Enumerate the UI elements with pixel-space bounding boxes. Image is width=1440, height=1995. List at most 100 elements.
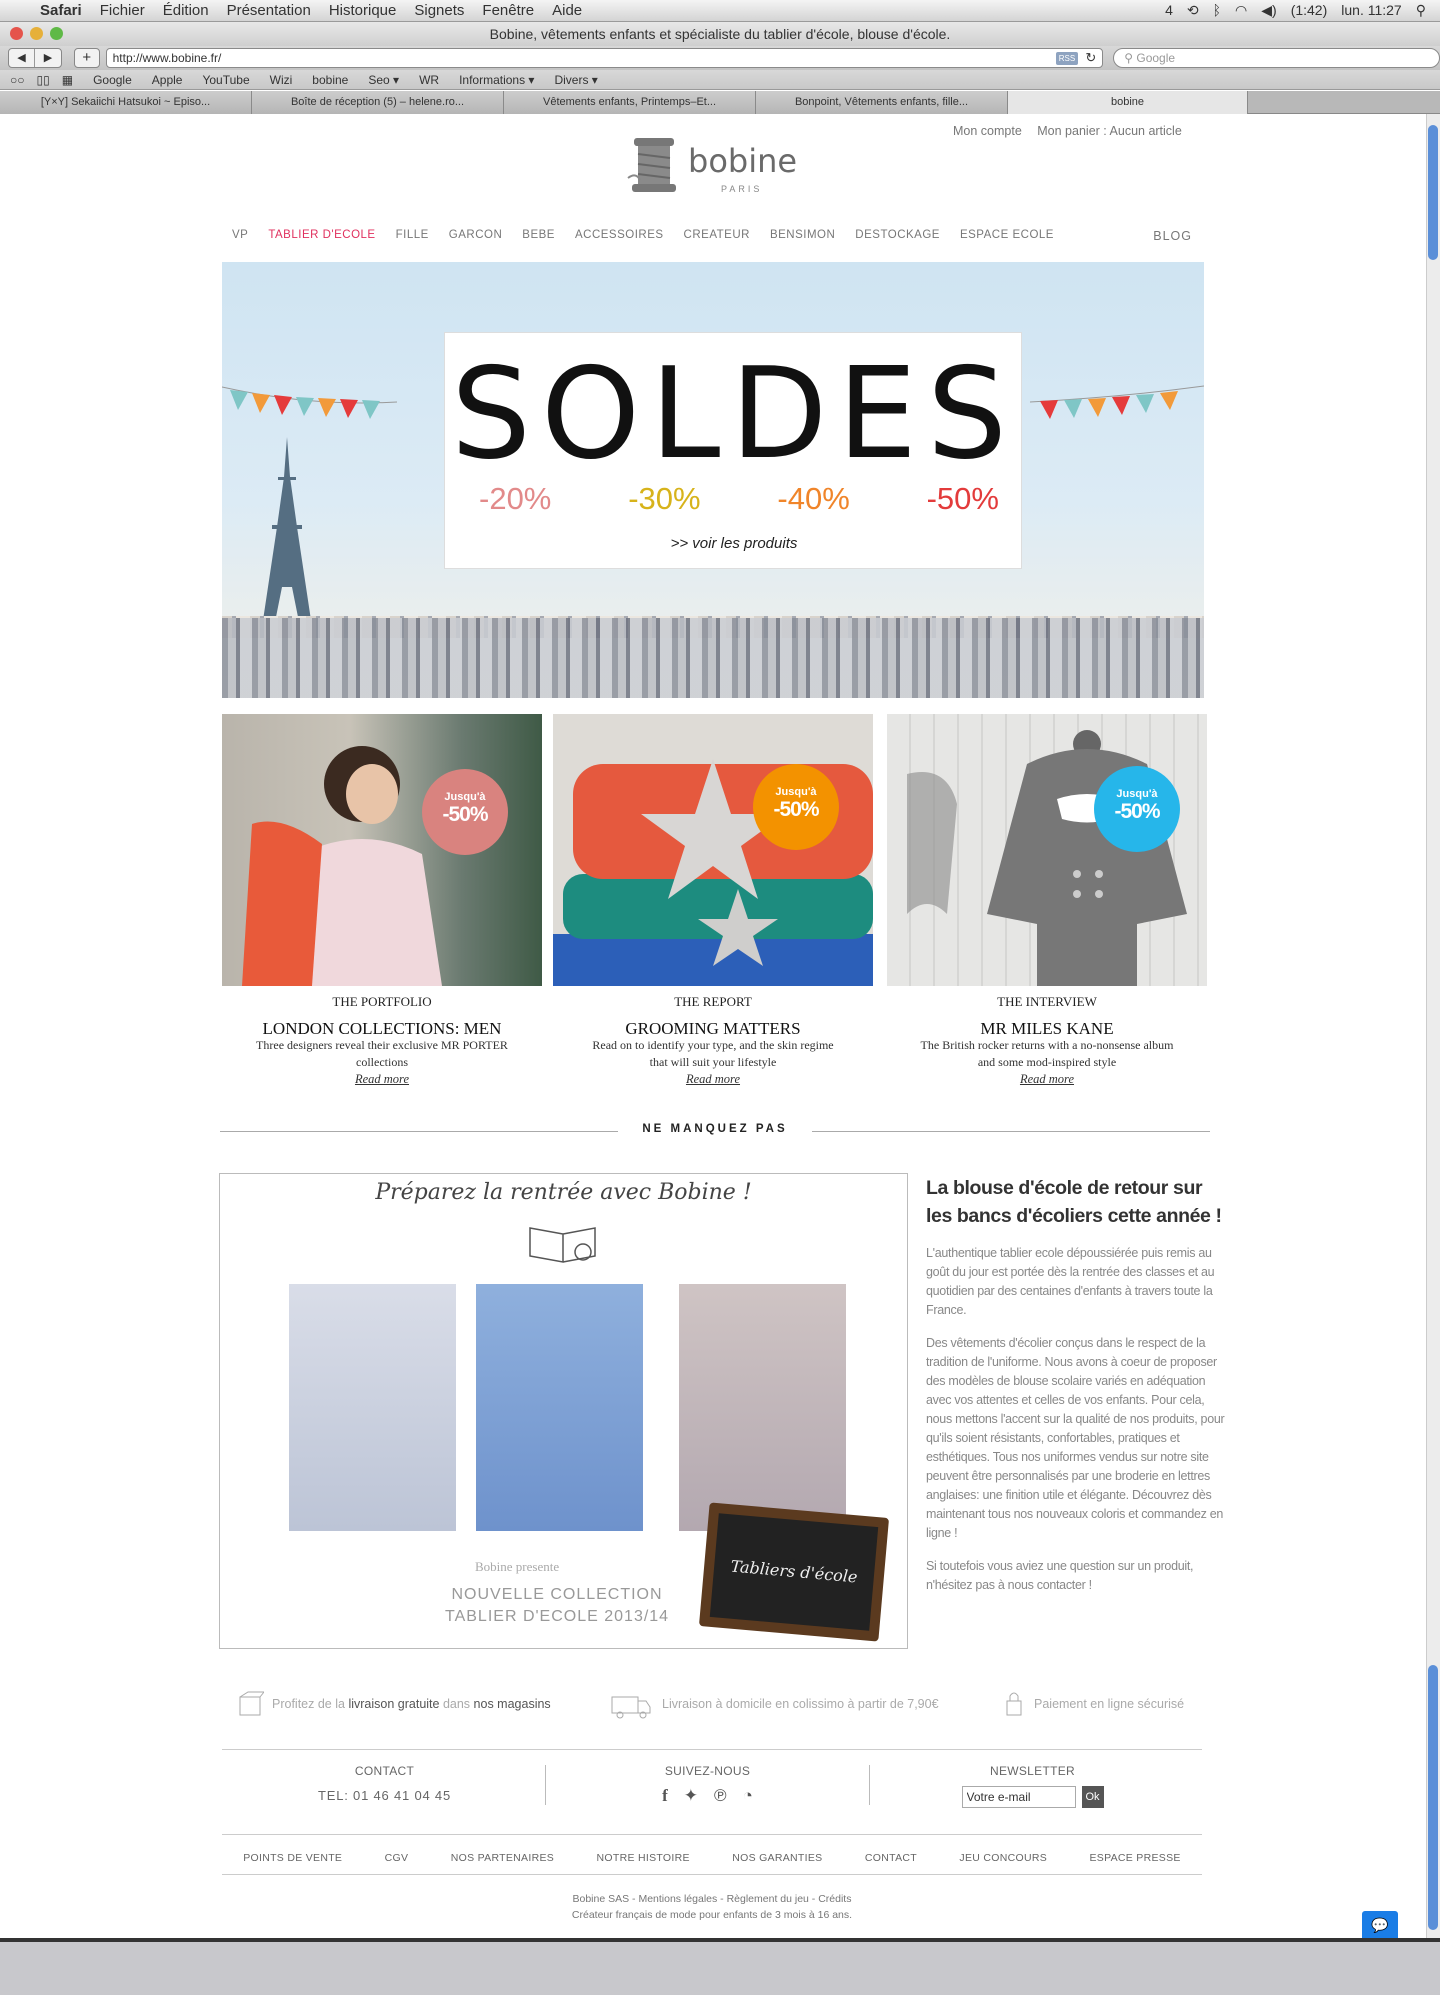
top-sites-grid-icon[interactable]: ▦ <box>62 73 73 87</box>
footer-link-contact[interactable]: CONTACT <box>865 1852 917 1864</box>
minimize-window-icon[interactable] <box>30 27 43 40</box>
back-button[interactable]: ◀ <box>9 49 35 67</box>
menu-fichier[interactable]: Fichier <box>100 2 145 19</box>
scrollbar-thumb[interactable] <box>1428 125 1438 260</box>
photo-boy-blouse[interactable] <box>476 1284 643 1531</box>
side-paragraph-3: Si toutefois vous aviez une question sur… <box>926 1559 1194 1592</box>
spotlight-icon[interactable]: ⚲ <box>1416 2 1426 19</box>
card-headline[interactable]: MR MILES KANE <box>887 1020 1207 1037</box>
ne-manquez-pas-heading: NE MANQUEZ PAS <box>618 1123 812 1135</box>
reload-icon[interactable]: ↻ <box>1085 49 1096 67</box>
nav-vp[interactable]: VP <box>232 229 248 241</box>
card-photo-sweaters[interactable]: Jusqu'à -50% <box>553 714 873 986</box>
card-kicker: THE INTERVIEW <box>997 994 1097 1009</box>
timemachine-icon[interactable]: ⟲ <box>1187 2 1199 19</box>
facebook-icon[interactable]: f <box>662 1786 668 1806</box>
voir-produits-link[interactable]: >> voir les produits <box>445 535 1023 552</box>
bluetooth-icon[interactable]: ᛒ <box>1213 2 1221 19</box>
service1-b[interactable]: livraison gratuite <box>348 1697 439 1711</box>
mon-compte-link[interactable]: Mon compte <box>953 124 1022 138</box>
tab-sekaiichi[interactable]: [Y×Y] Sekaiichi Hatsukoi ~ Episo... <box>0 91 252 114</box>
bookmark-seo[interactable]: Seo ▾ <box>368 73 399 87</box>
volume-icon[interactable]: ◀) <box>1261 2 1276 19</box>
tab-bonpoint[interactable]: Bonpoint, Vêtements enfants, fille... <box>756 91 1008 114</box>
tab-vetements[interactable]: Vêtements enfants, Printemps–Et... <box>504 91 756 114</box>
newsletter-email-input[interactable] <box>961 1786 1076 1808</box>
menu-aide[interactable]: Aide <box>552 2 582 19</box>
side-title: La blouse d'école de retour sur les banc… <box>926 1177 1222 1227</box>
menu-signets[interactable]: Signets <box>414 2 464 19</box>
pinterest-icon[interactable]: ℗ <box>714 1786 727 1806</box>
tab-bobine[interactable]: bobine <box>1008 91 1248 114</box>
nav-bensimon[interactable]: BENSIMON <box>770 229 835 241</box>
card-photo-coat[interactable]: Jusqu'à -50% <box>887 714 1207 986</box>
menu-app-name[interactable]: Safari <box>40 2 82 19</box>
photo-girl-blouse[interactable] <box>289 1284 456 1531</box>
rss-button[interactable]: RSS <box>1055 52 1079 65</box>
nav-destockage[interactable]: DESTOCKAGE <box>855 229 940 241</box>
mon-panier-link[interactable]: Mon panier : Aucun article <box>1037 124 1182 138</box>
footer-link-garanties[interactable]: NOS GARANTIES <box>732 1852 822 1864</box>
nav-fille[interactable]: FILLE <box>396 229 429 241</box>
footer-link-histoire[interactable]: NOTRE HISTOIRE <box>597 1852 690 1864</box>
add-bookmark-button[interactable]: + <box>74 48 100 68</box>
nav-espace-ecole[interactable]: ESPACE ECOLE <box>960 229 1054 241</box>
newsletter-ok-button[interactable]: Ok <box>1081 1786 1104 1808</box>
bookmark-bobine[interactable]: bobine <box>312 73 348 87</box>
nav-bebe[interactable]: BEBE <box>522 229 555 241</box>
chat-widget-icon[interactable]: 💬 <box>1362 1911 1398 1939</box>
menu-fenetre[interactable]: Fenêtre <box>482 2 534 19</box>
card-headline[interactable]: GROOMING MATTERS <box>553 1020 873 1037</box>
scrollbar-thumb-lower[interactable] <box>1428 1665 1438 1930</box>
footer-link-jeu-concours[interactable]: JEU CONCOURS <box>959 1852 1047 1864</box>
search-input[interactable]: ⚲ Google <box>1113 48 1440 68</box>
soldes-banner[interactable]: SOLDES -20% -30% -40% -50% >> voir les p… <box>222 262 1204 698</box>
read-more-link[interactable]: Read more <box>887 1071 1207 1088</box>
bookmark-google[interactable]: Google <box>93 73 132 87</box>
legal-line1[interactable]: Bobine SAS - Mentions légales - Règlemen… <box>222 1891 1202 1907</box>
nav-garcon[interactable]: GARCON <box>449 229 502 241</box>
card-photo-girl[interactable]: Jusqu'à -50% <box>222 714 542 986</box>
reading-list-icon[interactable]: ○○ <box>10 73 25 87</box>
rentree-promo[interactable]: Préparez la rentrée avec Bobine ! Bobine… <box>219 1173 908 1649</box>
url-text: http://www.bobine.fr/ <box>112 51 222 65</box>
bookmark-wizi[interactable]: Wizi <box>270 73 293 87</box>
bobine-logo[interactable]: bobine PARIS <box>626 132 797 202</box>
chalkboard-text: Tabliers d'école <box>709 1513 879 1631</box>
footer-follow: SUIVEZ-NOUS f ✦ ℗ ◔ <box>545 1764 870 1806</box>
menu-edition[interactable]: Édition <box>163 2 209 19</box>
read-more-link[interactable]: Read more <box>222 1071 542 1088</box>
service1-d[interactable]: nos magasins <box>474 1697 551 1711</box>
forward-button[interactable]: ▶ <box>35 49 61 67</box>
rss-icon[interactable]: ◔ <box>743 1786 753 1806</box>
nav-createur[interactable]: CREATEUR <box>684 229 750 241</box>
clock[interactable]: lun. 11:27 <box>1341 2 1401 19</box>
card-kicker: THE PORTFOLIO <box>332 994 432 1009</box>
nav-blog[interactable]: BLOG <box>1153 229 1192 243</box>
card-headline[interactable]: LONDON COLLECTIONS: MEN <box>222 1020 542 1037</box>
bookmark-apple[interactable]: Apple <box>152 73 183 87</box>
bookmarks-book-icon[interactable]: ▯▯ <box>37 73 50 87</box>
read-more-link[interactable]: Read more <box>553 1071 873 1088</box>
battery-status[interactable]: (1:42) <box>1291 2 1328 19</box>
zoom-window-icon[interactable] <box>50 27 63 40</box>
footer-link-cgv[interactable]: CGV <box>385 1852 409 1864</box>
menu-presentation[interactable]: Présentation <box>227 2 311 19</box>
footer-link-partenaires[interactable]: NOS PARTENAIRES <box>451 1852 554 1864</box>
address-bar[interactable]: http://www.bobine.fr/ RSS ↻ <box>105 48 1104 68</box>
nav-tablier-ecole[interactable]: TABLIER D'ECOLE <box>268 229 375 241</box>
bookmark-youtube[interactable]: YouTube <box>202 73 249 87</box>
nav-accessoires[interactable]: ACCESSOIRES <box>575 229 664 241</box>
adobe-badge[interactable]: 4 <box>1165 2 1173 19</box>
menu-historique[interactable]: Historique <box>329 2 397 19</box>
close-window-icon[interactable] <box>10 27 23 40</box>
bookmark-wr[interactable]: WR <box>419 73 439 87</box>
tab-inbox[interactable]: Boîte de réception (5) – helene.ro... <box>252 91 504 114</box>
footer-link-espace-presse[interactable]: ESPACE PRESSE <box>1089 1852 1180 1864</box>
bookmark-divers[interactable]: Divers ▾ <box>554 73 597 87</box>
photo-girl-floral[interactable] <box>679 1284 846 1531</box>
footer-link-points-de-vente[interactable]: POINTS DE VENTE <box>243 1852 342 1864</box>
twitter-icon[interactable]: ✦ <box>684 1786 698 1806</box>
wifi-icon[interactable]: ◠ <box>1235 2 1247 19</box>
bookmark-informations[interactable]: Informations ▾ <box>459 73 534 87</box>
